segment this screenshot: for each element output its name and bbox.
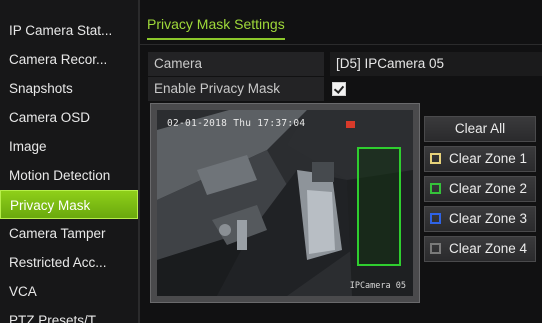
enable-privacy-mask-checkbox[interactable] (332, 82, 346, 96)
sidebar-item-motion-detection[interactable]: Motion Detection (0, 161, 138, 190)
zone-4-color-swatch (430, 243, 441, 254)
sidebar-item-vca[interactable]: VCA (0, 277, 138, 306)
sidebar-item-privacy-mask[interactable]: Privacy Mask (0, 190, 138, 219)
sidebar-item-ip-camera-status[interactable]: IP Camera Stat... (0, 16, 138, 45)
osd-datetime: 02-01-2018 Thu 17:37:04 (167, 118, 306, 129)
enable-privacy-mask-label: Enable Privacy Mask (148, 77, 324, 101)
privacy-mask-window: IP Camera Stat... Camera Recor... Snapsh… (0, 0, 542, 323)
clear-zone-1-label: Clear Zone 1 (449, 151, 528, 166)
clear-all-button[interactable]: Clear All (424, 116, 536, 142)
clear-zone-4-label: Clear Zone 4 (449, 241, 528, 256)
sidebar-item-camera-recording[interactable]: Camera Recor... (0, 45, 138, 74)
camera-row: Camera [D5] IPCamera 05 (148, 52, 542, 76)
sidebar-item-image[interactable]: Image (0, 132, 138, 161)
zone-3-color-swatch (430, 213, 441, 224)
clear-zone-3-label: Clear Zone 3 (449, 211, 528, 226)
enable-row: Enable Privacy Mask (148, 77, 542, 101)
privacy-mask-zone-1[interactable] (357, 147, 401, 266)
clear-zone-3-button[interactable]: Clear Zone 3 (424, 206, 536, 232)
clear-zone-2-button[interactable]: Clear Zone 2 (424, 176, 536, 202)
sidebar-item-restricted-access[interactable]: Restricted Acc... (0, 248, 138, 277)
clear-zone-1-button[interactable]: Clear Zone 1 (424, 146, 536, 172)
zone-2-color-swatch (430, 183, 441, 194)
sidebar-item-ptz-presets[interactable]: PTZ Presets/T... (0, 306, 138, 323)
tab-privacy-mask-settings[interactable]: Privacy Mask Settings (147, 16, 285, 40)
osd-camera-name: IPCamera 05 (349, 281, 406, 291)
sidebar-item-camera-osd[interactable]: Camera OSD (0, 103, 138, 132)
sidebar: IP Camera Stat... Camera Recor... Snapsh… (0, 0, 140, 323)
recording-icon (346, 121, 355, 128)
clear-zone-4-button[interactable]: Clear Zone 4 (424, 236, 536, 262)
tab-divider (140, 44, 542, 45)
camera-label: Camera (148, 52, 324, 76)
clear-zone-2-label: Clear Zone 2 (449, 181, 528, 196)
sidebar-item-snapshots[interactable]: Snapshots (0, 74, 138, 103)
sidebar-item-camera-tamper[interactable]: Camera Tamper (0, 219, 138, 248)
camera-preview[interactable]: 02-01-2018 Thu 17:37:04 IPCamera 05 (157, 110, 413, 296)
preview-frame: 02-01-2018 Thu 17:37:04 IPCamera 05 (150, 103, 420, 303)
camera-select[interactable]: [D5] IPCamera 05 (330, 52, 542, 76)
main-panel: Privacy Mask Settings Camera [D5] IPCame… (140, 0, 542, 323)
zone-1-color-swatch (430, 153, 441, 164)
sidebar-list: IP Camera Stat... Camera Recor... Snapsh… (0, 16, 138, 323)
